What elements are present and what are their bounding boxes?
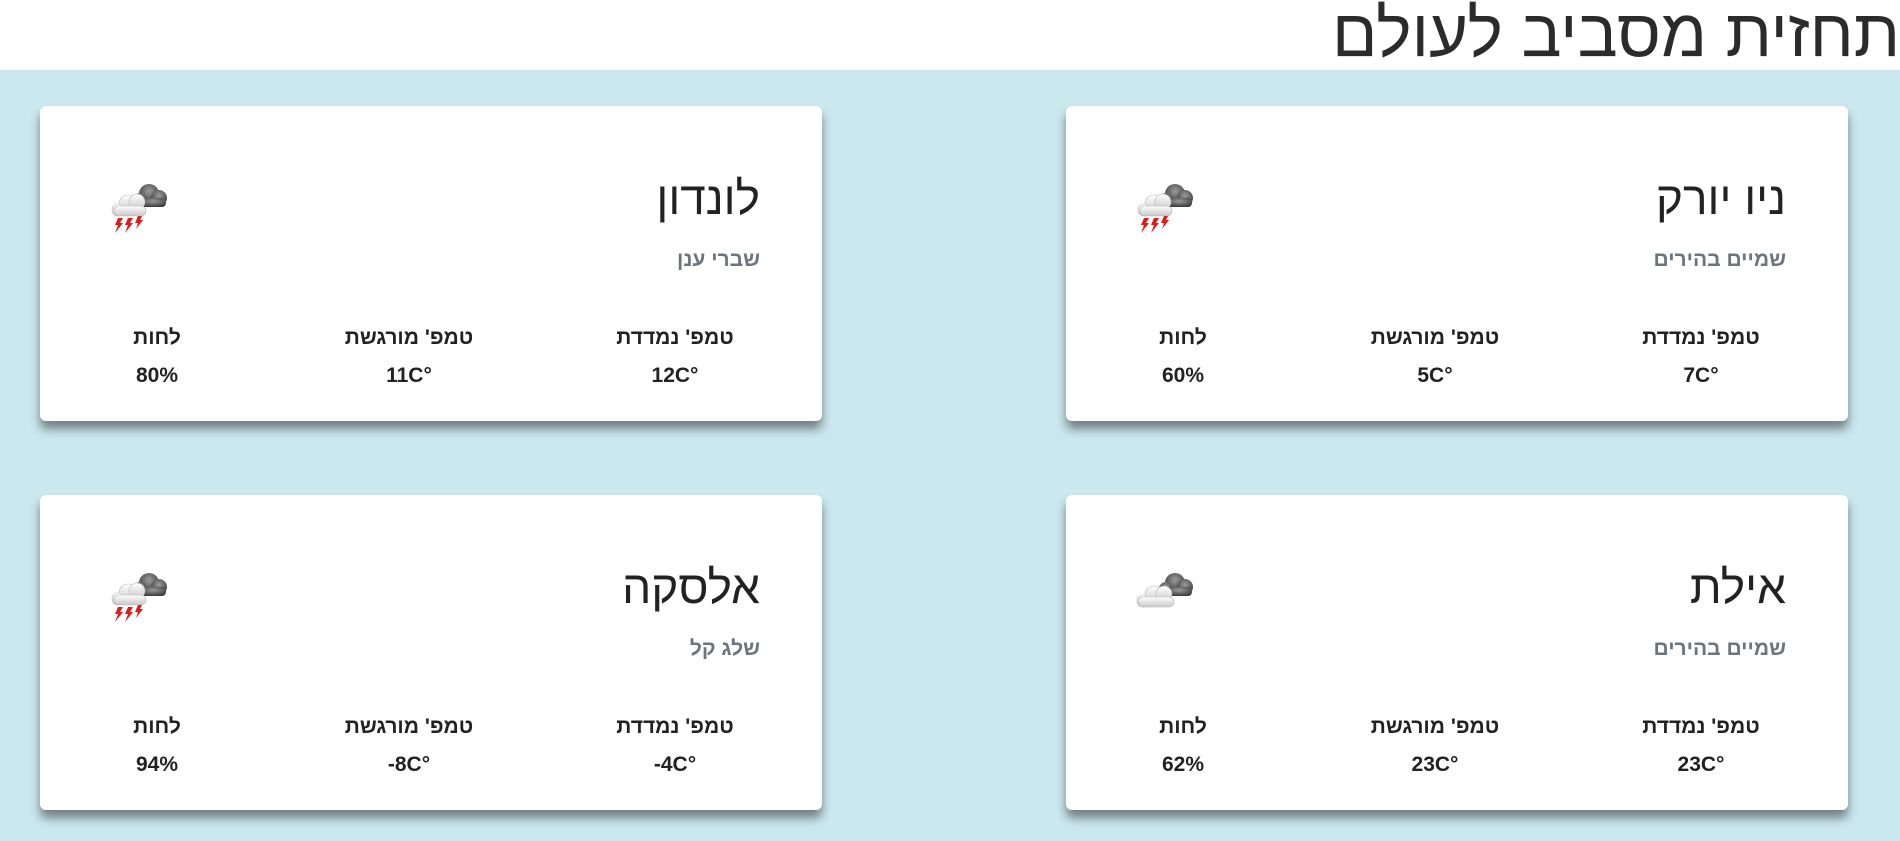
forecast-grid: ניו יורק שמיים בהירים טמפ' נמדדת 7C° טמפ… — [0, 70, 1900, 841]
page-title: תחזית מסביב לעולם — [1332, 0, 1900, 71]
humidity-label: לחות — [133, 326, 181, 349]
weather-card-alaska: אלסקה שלג קל טמפ' נמדדת -4C° טמפ' מורגשת… — [40, 495, 822, 810]
feels-like-label: טמפ' מורגשת — [1370, 715, 1500, 738]
weather-description: שלג קל — [689, 637, 760, 660]
measured-temp-value: 12C° — [651, 364, 699, 387]
humidity-label: לחות — [1159, 715, 1207, 738]
humidity: לחות 94% — [77, 713, 237, 779]
city-name: ניו יורק — [1655, 172, 1786, 224]
measured-temp: טמפ' נמדדת 23C° — [1621, 713, 1781, 779]
city-name: אילת — [1689, 561, 1786, 613]
humidity: לחות 80% — [77, 324, 237, 390]
measured-temp-label: טמפ' נמדדת — [1642, 715, 1760, 738]
measured-temp: טמפ' נמדדת -4C° — [595, 713, 755, 779]
feels-like-label: טמפ' מורגשת — [344, 326, 474, 349]
feels-like-value: 11C° — [386, 364, 432, 387]
header: תחזית מסביב לעולם — [0, 0, 1900, 71]
humidity-value: 80% — [135, 364, 179, 387]
measured-temp-label: טמפ' נמדדת — [1642, 326, 1760, 349]
feels-like-label: טמפ' מורגשת — [344, 715, 474, 738]
city-name: לונדון — [656, 172, 760, 224]
measured-temp-value: 23C° — [1677, 753, 1725, 776]
feels-like-temp: טמפ' מורגשת -8C° — [329, 713, 489, 779]
humidity-label: לחות — [1159, 326, 1207, 349]
feels-like-value: -8C° — [387, 753, 431, 776]
measured-temp: טמפ' נמדדת 7C° — [1621, 324, 1781, 390]
thunderstorm-icon — [104, 567, 174, 623]
feels-like-value: 5C° — [1417, 364, 1453, 387]
humidity: לחות 62% — [1103, 713, 1263, 779]
feels-like-temp: טמפ' מורגשת 23C° — [1355, 713, 1515, 779]
measured-temp-label: טמפ' נמדדת — [616, 715, 734, 738]
weather-card-eilat: אילת שמיים בהירים טמפ' נמדדת 23C° טמפ' מ… — [1066, 495, 1848, 810]
thunderstorm-icon — [104, 178, 174, 234]
feels-like-temp: טמפ' מורגשת 11C° — [329, 324, 489, 390]
humidity-value: 94% — [135, 753, 179, 776]
measured-temp: טמפ' נמדדת 12C° — [595, 324, 755, 390]
feels-like-temp: טמפ' מורגשת 5C° — [1355, 324, 1515, 390]
weather-card-new-york: ניו יורק שמיים בהירים טמפ' נמדדת 7C° טמפ… — [1066, 106, 1848, 421]
weather-description: שמיים בהירים — [1653, 248, 1786, 271]
feels-like-value: 23C° — [1411, 753, 1459, 776]
city-name: אלסקה — [622, 561, 760, 613]
cloud-icon — [1130, 567, 1200, 623]
weather-description: שמיים בהירים — [1653, 637, 1786, 660]
humidity-label: לחות — [133, 715, 181, 738]
thunderstorm-icon — [1130, 178, 1200, 234]
weather-card-london: לונדון שברי ענן טמפ' נמדדת 12C° טמפ' מור… — [40, 106, 822, 421]
humidity: לחות 60% — [1103, 324, 1263, 390]
measured-temp-label: טמפ' נמדדת — [616, 326, 734, 349]
weather-description: שברי ענן — [677, 248, 760, 271]
measured-temp-value: -4C° — [653, 753, 697, 776]
humidity-value: 62% — [1161, 753, 1205, 776]
feels-like-label: טמפ' מורגשת — [1370, 326, 1500, 349]
measured-temp-value: 7C° — [1683, 364, 1719, 387]
humidity-value: 60% — [1161, 364, 1205, 387]
